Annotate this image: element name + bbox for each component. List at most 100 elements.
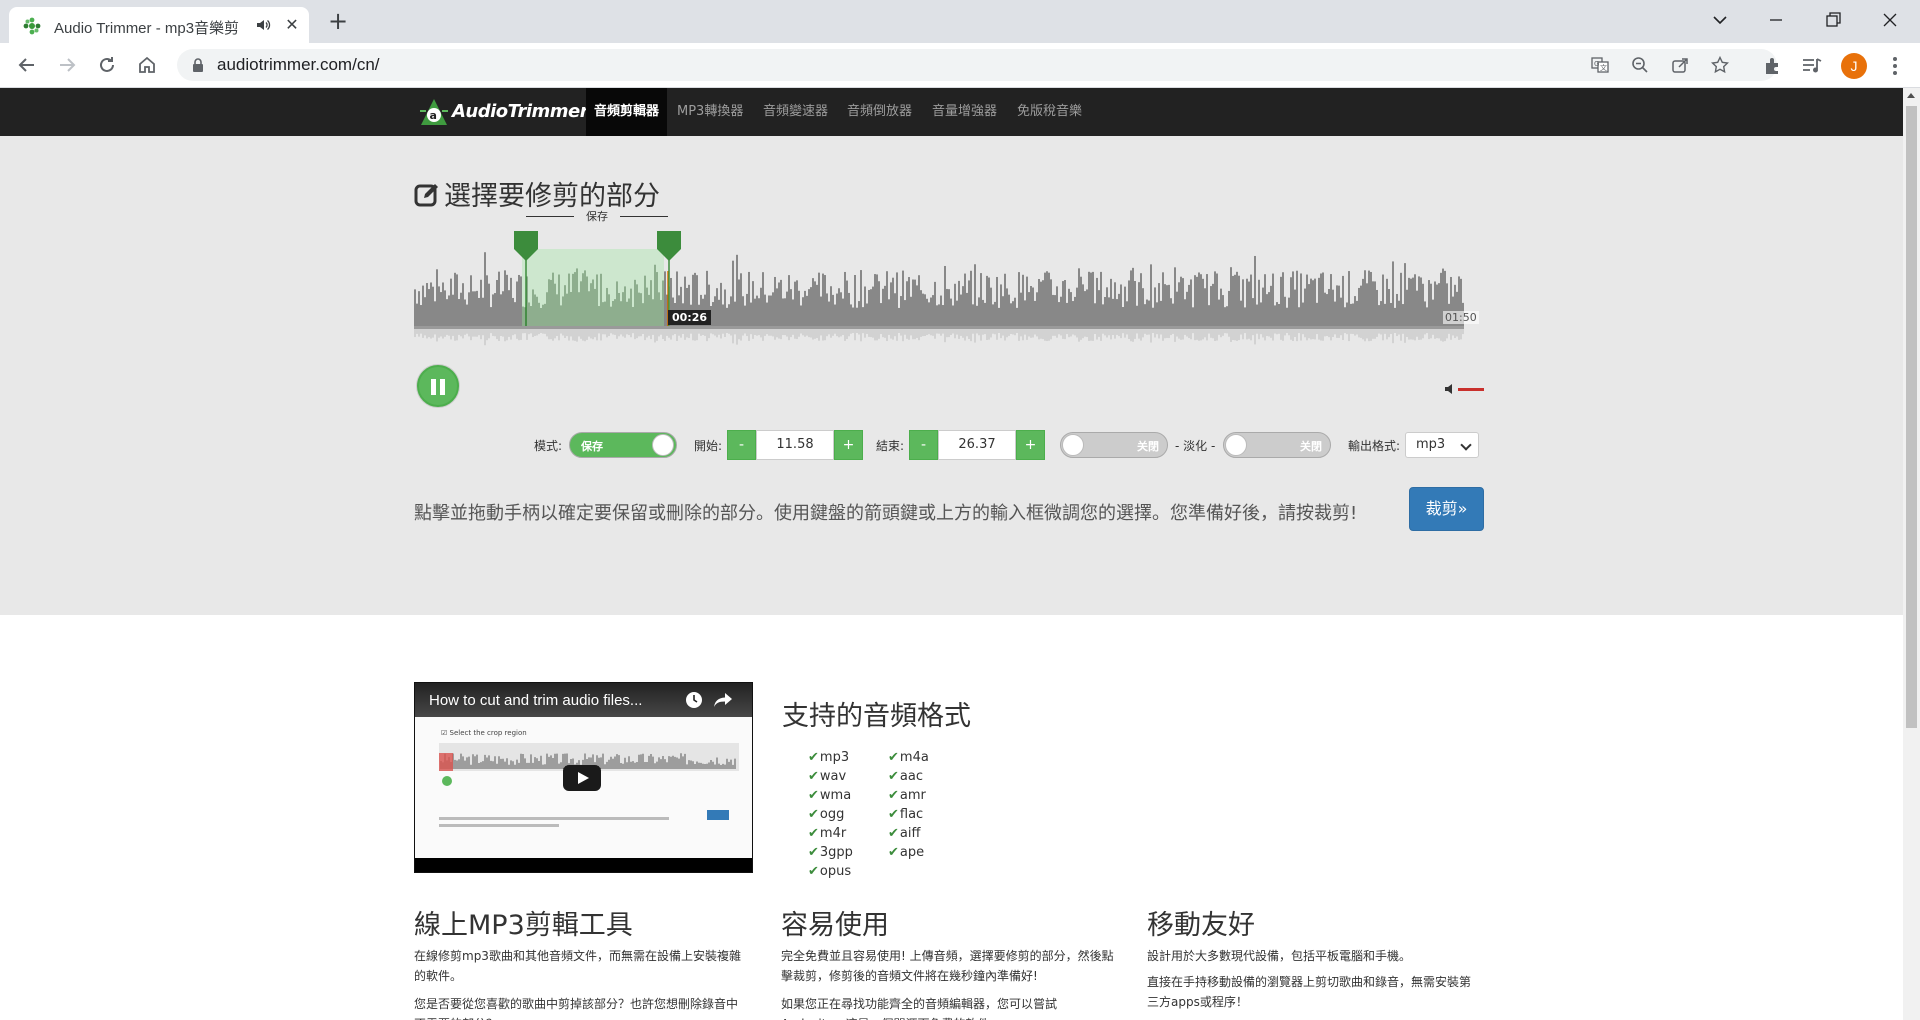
bookmark-star-icon[interactable] xyxy=(1711,56,1729,74)
nav-mp3-converter[interactable]: MP3轉換器 xyxy=(669,88,751,136)
nav-audio-trimmer[interactable]: 音頻剪輯器 xyxy=(586,88,668,136)
format-name: m4r xyxy=(819,826,847,841)
watch-later-clock-icon[interactable] xyxy=(685,691,703,709)
format-item-aiff: ✔aiff xyxy=(888,826,920,841)
feature-text-online-tool-2: 您是否要從您喜歡的歌曲中剪掉該部分？也許您想刪除錄音中不需要的部分？ xyxy=(414,997,739,1020)
restore-icon[interactable] xyxy=(1819,6,1847,34)
format-item-flac: ✔flac xyxy=(888,807,923,822)
end-decrement-button[interactable]: - xyxy=(909,430,938,460)
check-icon: ✔ xyxy=(888,769,899,784)
svg-text:文: 文 xyxy=(1600,63,1607,72)
media-controls-icon[interactable] xyxy=(1801,55,1823,77)
check-icon: ✔ xyxy=(808,769,819,784)
tab-title: Audio Trimmer - mp3音樂剪 xyxy=(54,20,240,37)
home-icon[interactable] xyxy=(133,51,161,79)
browser-tab[interactable]: Audio Trimmer - mp3音樂剪 ✕ xyxy=(9,7,309,43)
nav-audio-reverser[interactable]: 音頻倒放器 xyxy=(839,88,920,136)
output-format-label: 輸出格式: xyxy=(1348,439,1401,453)
chrome-menu-icon[interactable] xyxy=(1885,53,1905,79)
svg-text:☑ Select the crop region: ☑ Select the crop region xyxy=(441,729,527,737)
start-time-input[interactable]: 11.58 xyxy=(756,430,834,460)
nav-audio-speed-changer[interactable]: 音頻變速器 xyxy=(755,88,836,136)
check-icon: ✔ xyxy=(808,807,819,822)
scroll-up-icon[interactable] xyxy=(1907,93,1915,98)
logo-mark-icon: a xyxy=(420,99,448,125)
format-name: mp3 xyxy=(819,750,850,765)
format-item-ogg: ✔ogg xyxy=(808,807,844,822)
address-bar[interactable]: audiotrimmer.com/cn/ G文 xyxy=(177,49,1777,81)
format-item-wma: ✔wma xyxy=(808,788,851,803)
tab-close-icon[interactable]: ✕ xyxy=(284,17,300,33)
extensions-puzzle-icon[interactable] xyxy=(1762,55,1784,77)
format-name: flac xyxy=(899,807,924,822)
end-time-input[interactable]: 26.37 xyxy=(938,430,1016,460)
format-item-mp3: ✔mp3 xyxy=(808,750,849,765)
tutorial-video[interactable]: ☑ Select the crop region How to cut and … xyxy=(414,682,753,873)
chevron-down-icon xyxy=(1460,439,1472,451)
nav-royalty-free-music[interactable]: 免版稅音樂 xyxy=(1009,88,1090,136)
tab-audio-playing-icon[interactable] xyxy=(255,17,271,33)
url-text[interactable]: audiotrimmer.com/cn/ xyxy=(217,55,380,75)
pause-button[interactable] xyxy=(417,365,459,407)
crop-button[interactable]: 裁剪» xyxy=(1409,487,1484,531)
volume-slider[interactable] xyxy=(1444,383,1486,395)
fade-out-toggle-text: 关閉 xyxy=(1300,440,1322,453)
video-play-icon[interactable] xyxy=(563,765,601,791)
start-decrement-button[interactable]: - xyxy=(727,430,756,460)
edit-icon xyxy=(414,184,438,207)
forward-arrow-icon[interactable] xyxy=(53,51,81,79)
current-time-badge: 00:26 xyxy=(668,310,712,325)
format-item-ape: ✔ape xyxy=(888,845,924,860)
feature-title-online-tool: 線上MP3剪輯工具 xyxy=(414,910,633,941)
mode-toggle[interactable]: 保存 xyxy=(569,432,677,458)
check-icon: ✔ xyxy=(888,788,899,803)
scrollbar-thumb[interactable] xyxy=(1906,106,1917,728)
output-format-select[interactable]: mp3 xyxy=(1405,432,1479,458)
share-icon[interactable] xyxy=(1671,56,1689,74)
nav-volume-booster[interactable]: 音量增強器 xyxy=(924,88,1005,136)
format-name: m4a xyxy=(899,750,929,765)
format-name: wma xyxy=(819,788,852,803)
end-increment-button[interactable]: + xyxy=(1016,430,1045,460)
minimize-icon[interactable] xyxy=(1762,6,1790,34)
fade-in-toggle-text: 关閉 xyxy=(1137,440,1159,453)
check-icon: ✔ xyxy=(808,864,819,879)
video-share-arrow-icon[interactable] xyxy=(713,691,733,709)
back-arrow-icon[interactable] xyxy=(13,51,41,79)
zoom-out-icon[interactable] xyxy=(1631,56,1649,74)
format-name: amr xyxy=(899,788,926,803)
mode-toggle-text: 保存 xyxy=(581,440,603,453)
format-name: ogg xyxy=(819,807,845,822)
check-icon: ✔ xyxy=(808,845,819,860)
end-stepper: - 26.37 + xyxy=(909,430,1045,460)
page-scrollbar[interactable] xyxy=(1903,88,1920,1020)
profile-avatar[interactable]: J xyxy=(1841,53,1867,79)
start-increment-button[interactable]: + xyxy=(834,430,863,460)
feature-text-mobile-friendly-1: 設計用於大多數現代設備，包括平板電腦和手機。 xyxy=(1147,949,1412,963)
video-title: How to cut and trim audio files... xyxy=(429,692,643,709)
tab-search-chevron-icon[interactable] xyxy=(1706,6,1734,34)
keep-region-label: 保存 xyxy=(526,208,668,224)
check-icon: ✔ xyxy=(888,826,899,841)
check-icon: ✔ xyxy=(888,750,899,765)
format-name: wav xyxy=(819,769,847,784)
feature-title-mobile-friendly: 移動友好 xyxy=(1147,910,1255,941)
format-item-wav: ✔wav xyxy=(808,769,846,784)
reload-icon[interactable] xyxy=(93,51,121,79)
waveform[interactable] xyxy=(414,231,1482,356)
translate-icon[interactable]: G文 xyxy=(1591,56,1609,74)
formats-title: 支持的音頻格式 xyxy=(782,701,971,732)
svg-text:G: G xyxy=(1594,60,1599,68)
fade-in-toggle[interactable]: 关閉 xyxy=(1060,432,1168,458)
waveform-reflection xyxy=(414,329,1464,346)
check-icon: ✔ xyxy=(888,845,899,860)
feature-text-online-tool-1: 在線修剪mp3歌曲和其他音頻文件，而無需在設備上安裝複雜的軟件。 xyxy=(414,949,741,983)
format-item-opus: ✔opus xyxy=(808,864,851,879)
window-close-icon[interactable] xyxy=(1876,6,1904,34)
check-icon: ✔ xyxy=(888,807,899,822)
lock-icon[interactable] xyxy=(191,57,205,73)
fade-out-toggle[interactable]: 关閉 xyxy=(1223,432,1331,458)
new-tab-button[interactable]: + xyxy=(325,8,351,34)
instructions-text: 點擊並拖動手柄以確定要保留或刪除的部分。使用鍵盤的箭頭鍵或上方的輸入框微調您的選… xyxy=(414,503,1358,524)
total-duration-label: 01:50 xyxy=(1443,311,1479,324)
